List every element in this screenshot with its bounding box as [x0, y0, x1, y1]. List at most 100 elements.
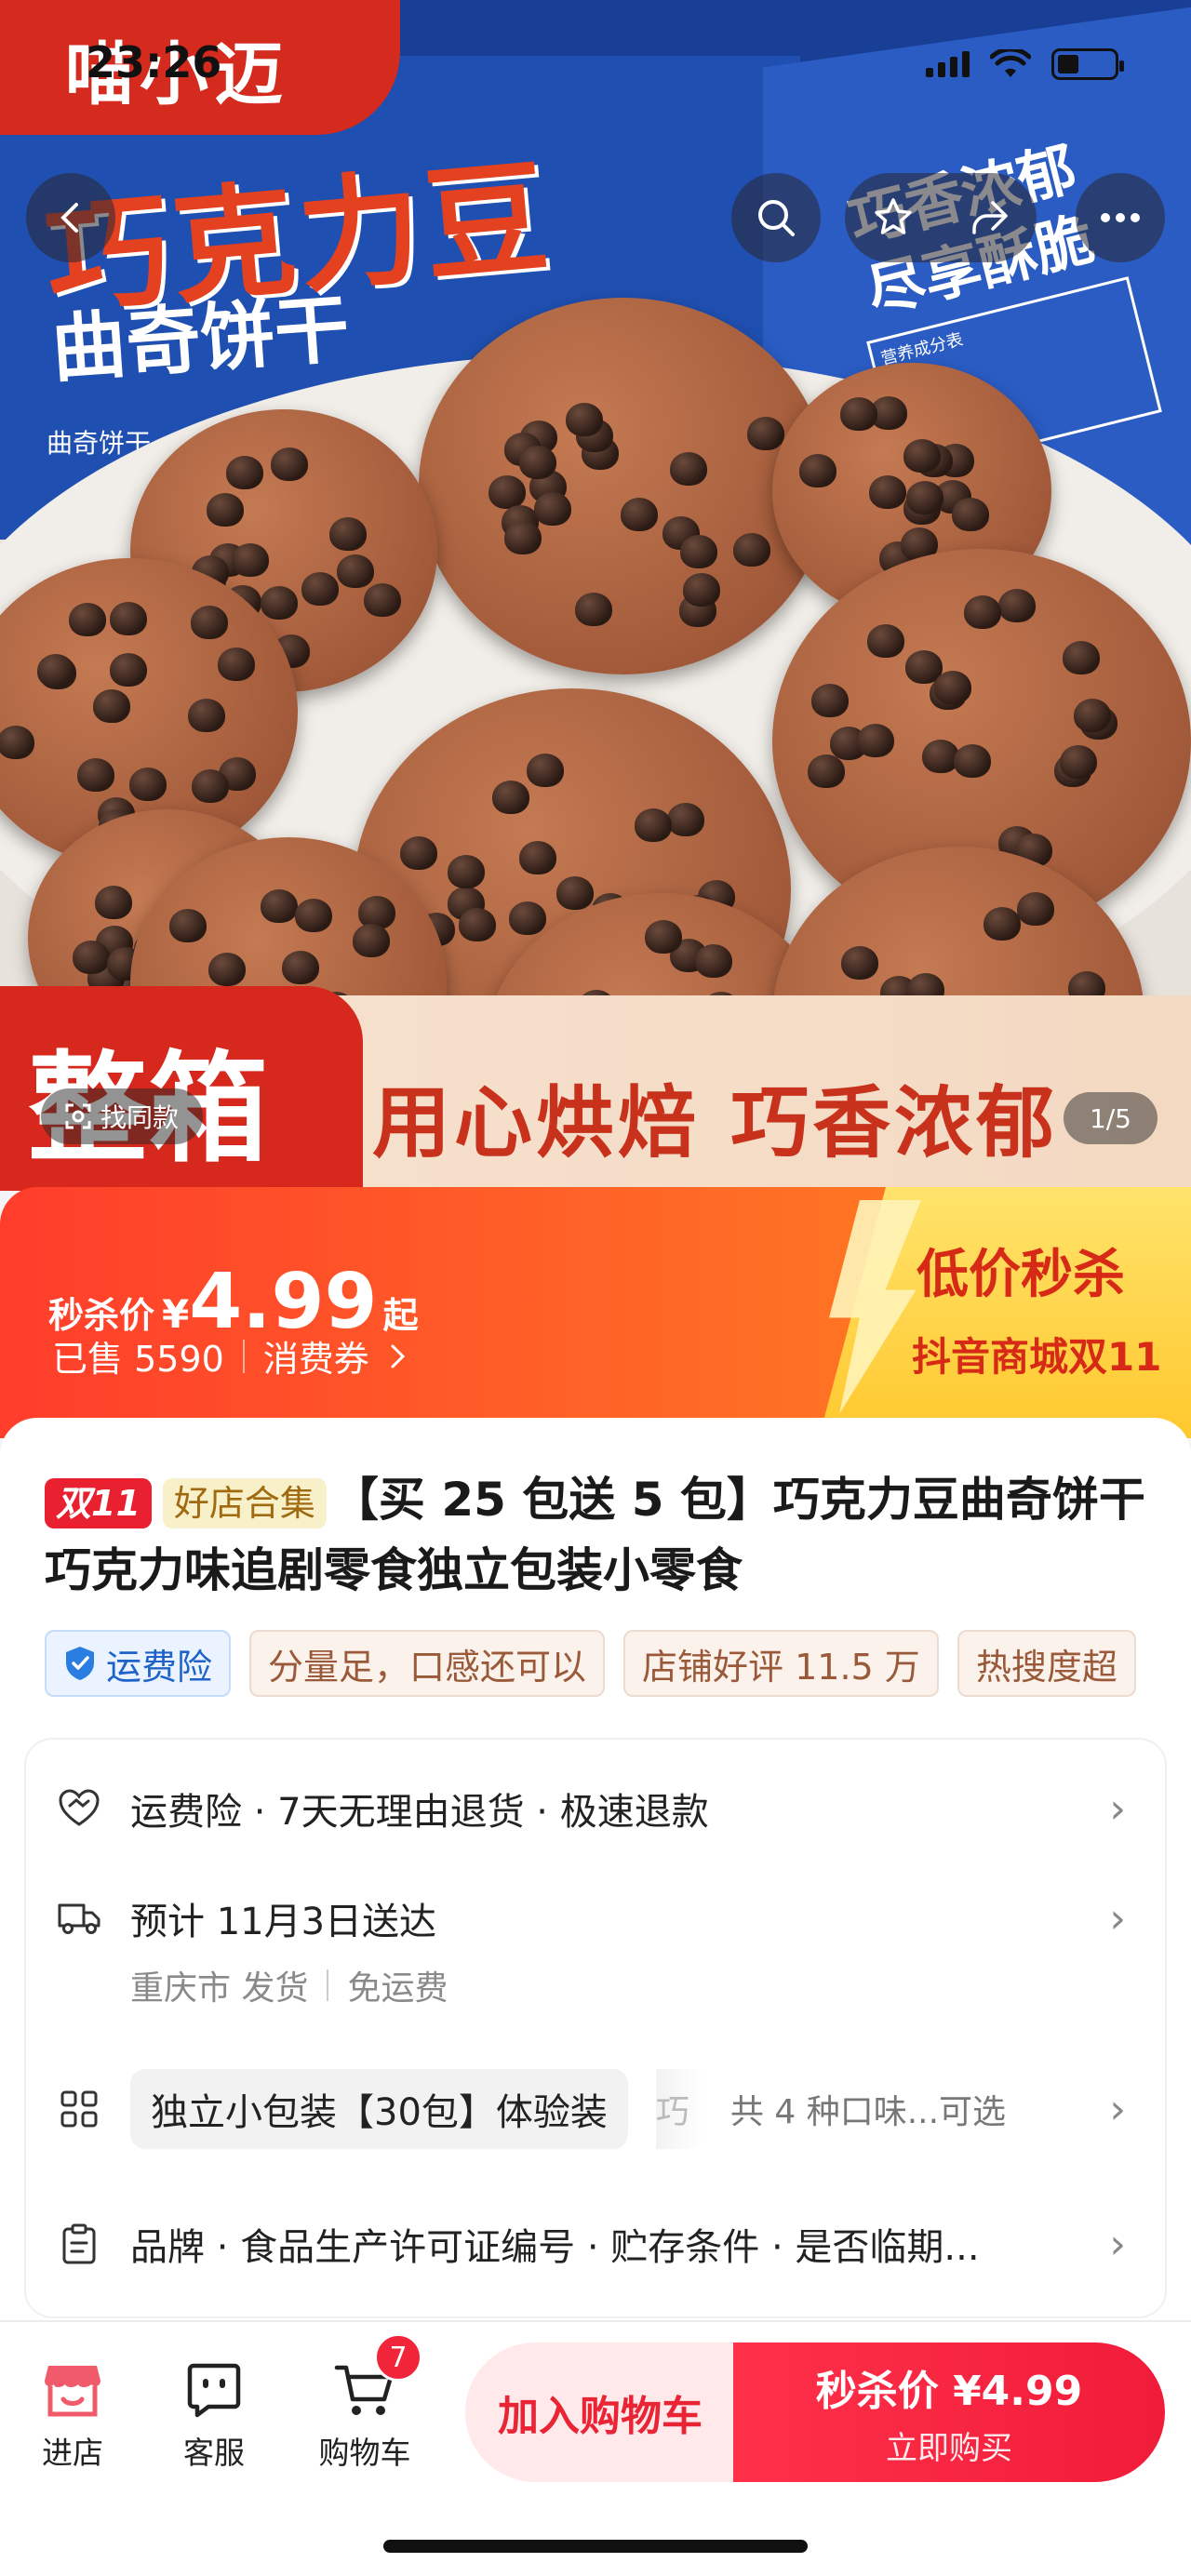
chocolate-chip: [459, 908, 496, 941]
chocolate-chip: [208, 953, 246, 986]
chocolate-chip: [364, 583, 401, 617]
chocolate-chip: [645, 920, 682, 954]
chocolate-chip: [232, 543, 269, 577]
chocolate-chip: [733, 533, 770, 567]
star-icon[interactable]: [871, 195, 916, 240]
chocolate-chip: [954, 744, 991, 778]
chocolate-chip: [683, 573, 720, 607]
signal-icon: [926, 51, 970, 77]
shield-check-icon: [66, 1647, 94, 1680]
chocolate-chip: [282, 951, 319, 984]
highlight-chips: 运费险 分量足，口感还可以 店铺好评 11.5 万 热搜度超: [45, 1630, 1191, 1697]
chocolate-chip: [934, 671, 971, 704]
chocolate-chip: [670, 452, 707, 486]
chocolate-chip: [353, 924, 390, 957]
chocolate-chip: [188, 699, 225, 732]
service-label: 客服: [183, 2435, 245, 2471]
chocolate-chip: [488, 475, 526, 509]
chocolate-chip: [110, 602, 147, 635]
chocolate-chip: [903, 439, 941, 473]
delivery-date: 预计 11月3日送达: [130, 1901, 437, 1943]
chocolate-chip: [869, 475, 906, 509]
chip-shop-rating[interactable]: 店铺好评 11.5 万: [623, 1630, 939, 1697]
shipping-details: 重庆市 发货 免运费: [130, 1961, 448, 2009]
chocolate-chip: [575, 593, 612, 626]
home-indicator[interactable]: [383, 2540, 808, 2553]
image-counter: 1/5: [1063, 1092, 1158, 1144]
chocolate-chip: [519, 841, 556, 874]
chocolate-chip: [1017, 892, 1054, 926]
chocolate-chip: [1060, 745, 1097, 779]
shipping-fee: 免运费: [347, 1969, 448, 2008]
double11-tag: 双11: [45, 1478, 152, 1528]
spec-count: 共 4 种口味...可选: [729, 2093, 1007, 2131]
chocolate-chip: [566, 403, 603, 436]
spec-row[interactable]: 独立小包装【30包】体验装 巧 共 4 种口味...可选 ›: [56, 2069, 1135, 2149]
chocolate-chip: [799, 454, 836, 487]
chocolate-chip: [191, 606, 228, 639]
chevron-right-icon: ›: [1109, 2220, 1126, 2268]
add-to-cart-button[interactable]: 加入购物车: [465, 2342, 735, 2482]
chip-hot-search[interactable]: 热搜度超: [957, 1630, 1136, 1697]
coupon-link[interactable]: 消费券: [263, 1330, 369, 1381]
chip-freight-insurance[interactable]: 运费险: [45, 1630, 232, 1697]
chocolate-chip: [857, 724, 894, 757]
chocolate-chip: [635, 808, 672, 842]
clipboard-icon: [56, 2221, 102, 2267]
chip-review[interactable]: 分量足，口感还可以: [249, 1630, 606, 1697]
guarantee-icon: [56, 1785, 102, 1832]
chocolate-chip: [1074, 699, 1111, 732]
chocolate-chip: [534, 492, 571, 526]
sold-count: 已售 5590: [52, 1339, 224, 1380]
chocolate-chip: [906, 481, 943, 514]
guarantee-row[interactable]: 运费险 · 7天无理由退货 · 极速退款 ›: [56, 1779, 1135, 1838]
status-icons: [926, 48, 1124, 80]
chip-label: 运费险: [106, 1646, 213, 1688]
params-row[interactable]: 品牌 · 食品生产许可证编号 · 贮存条件 · 是否临期... ›: [56, 2214, 1135, 2274]
store-label: 进店: [42, 2435, 103, 2471]
chocolate-chip: [329, 517, 367, 551]
chocolate-chip: [192, 769, 229, 803]
chevron-right-icon[interactable]: [382, 1341, 412, 1371]
store-button[interactable]: 进店: [7, 2359, 138, 2473]
chocolate-chip: [747, 417, 784, 450]
chocolate-chip: [271, 447, 308, 481]
chocolate-chip: [504, 521, 542, 554]
chocolate-chip: [492, 781, 529, 814]
delivery-row[interactable]: 预计 11月3日送达 ›: [56, 1889, 1135, 1948]
customer-service-button[interactable]: 客服: [149, 2359, 279, 2473]
chocolate-chip: [337, 554, 374, 588]
chocolate-chip: [964, 595, 1001, 629]
chocolate-chip: [556, 876, 594, 910]
chocolate-chip: [448, 855, 485, 888]
chocolate-chip: [621, 498, 658, 531]
buy-now-label: 立即购买: [886, 2429, 1012, 2467]
more-icon[interactable]: [1076, 173, 1165, 262]
chocolate-chip: [295, 899, 332, 932]
chocolate-chip: [77, 758, 114, 792]
find-same-label: 找同款: [100, 1102, 180, 1133]
find-same-button[interactable]: 找同款: [41, 1088, 204, 1144]
back-icon[interactable]: [26, 173, 115, 262]
spec-thumbnail[interactable]: 巧: [655, 2069, 703, 2149]
chocolate-chip: [867, 624, 904, 658]
chocolate-chip: [998, 589, 1036, 622]
cookie: [419, 298, 828, 674]
search-icon[interactable]: [731, 173, 821, 262]
chocolate-chip: [984, 907, 1021, 941]
share-icon[interactable]: [967, 195, 1011, 240]
chocolate-chip: [207, 493, 244, 527]
chocolate-chip: [95, 886, 132, 919]
promo-subtitle: 抖音商城双11: [912, 1334, 1162, 1380]
chocolate-chip: [226, 456, 263, 489]
chocolate-chip: [808, 754, 845, 788]
divider: [327, 1969, 329, 2001]
wifi-icon: [990, 49, 1031, 77]
chocolate-chip: [37, 654, 74, 687]
guarantee-text: 运费险 · 7天无理由退货 · 极速退款: [130, 1791, 709, 1834]
chat-icon: [181, 2359, 248, 2421]
spec-selected[interactable]: 独立小包装【30包】体验装: [130, 2069, 628, 2149]
chevron-right-icon: ›: [1109, 1894, 1126, 1942]
buy-now-button[interactable]: 秒杀价 ¥4.99 立即购买: [733, 2342, 1165, 2482]
battery-icon: [1051, 48, 1124, 80]
